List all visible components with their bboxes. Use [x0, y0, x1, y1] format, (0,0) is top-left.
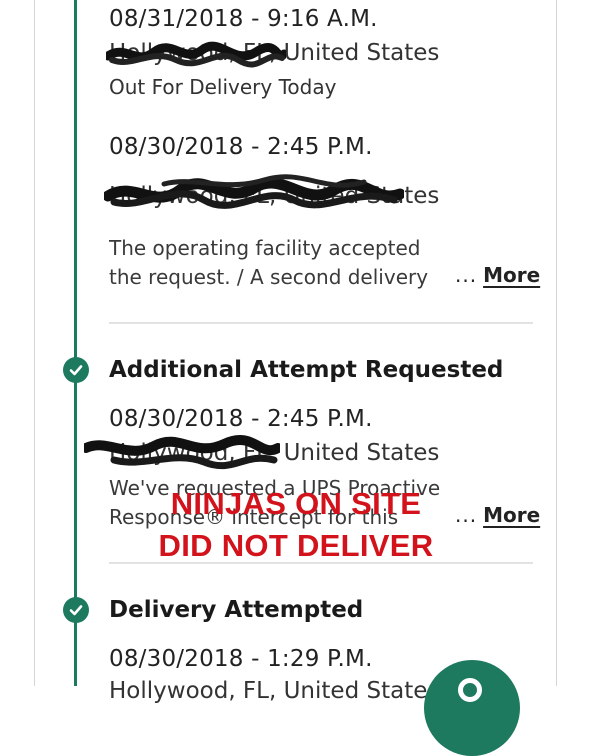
overlay-annotation-line2: DID NOT DELIVER [158, 528, 434, 563]
tracking-card [34, 0, 557, 686]
chat-button[interactable] [424, 660, 520, 756]
event-title: Additional Attempt Requested [109, 357, 504, 383]
more-link[interactable]: More [483, 263, 540, 287]
event-status: Out For Delivery Today [109, 75, 337, 99]
event-date: 08/30/2018 - 2:45 P.M. [109, 134, 373, 160]
event-location: Hollywood, FL, United States [109, 440, 440, 466]
divider [109, 322, 533, 324]
event-location: Hollywood, FL, United States [109, 183, 440, 209]
event-location: Hollywood, FL, United States [109, 678, 440, 704]
timeline-line [74, 0, 77, 686]
event-title: Delivery Attempted [109, 597, 364, 623]
event-date: 08/30/2018 - 1:29 P.M. [109, 646, 373, 672]
event-location: Hollywood, FL, United States [109, 40, 440, 66]
check-circle-icon [63, 597, 89, 623]
overlay-annotation-line1: NINJAS ON SITE [170, 486, 422, 521]
event-description: The operating facility accepted the requ… [109, 234, 444, 292]
event-date: 08/31/2018 - 9:16 A.M. [109, 6, 378, 32]
check-circle-icon [63, 357, 89, 383]
description-text: The operating facility accepted the requ… [109, 236, 429, 289]
event-date: 08/30/2018 - 2:45 P.M. [109, 406, 373, 432]
ellipsis: ... [455, 263, 478, 287]
chat-icon [458, 678, 482, 702]
more-toggle[interactable]: ... More [455, 263, 540, 287]
